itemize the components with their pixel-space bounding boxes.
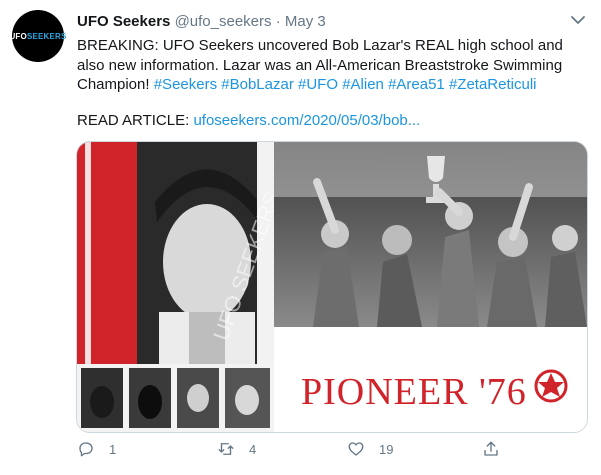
tweet-text: BREAKING: UFO Seekers uncovered Bob Laza… bbox=[77, 36, 587, 95]
reply-icon bbox=[79, 442, 93, 457]
chevron-down-icon[interactable] bbox=[569, 11, 587, 29]
read-article-line: READ ARTICLE: ufoseekers.com/2020/05/03/… bbox=[77, 112, 420, 129]
separator-dot: · bbox=[275, 13, 281, 30]
tweet-header: UFO Seekers @ufo_seekers · May 3 bbox=[77, 13, 326, 30]
hashtag-link[interactable]: #Area51 bbox=[388, 76, 445, 93]
hashtag-link[interactable]: #ZetaReticuli bbox=[449, 76, 537, 93]
tweet[interactable]: UFOSEEKERS UFO Seekers @ufo_seekers · Ma… bbox=[0, 0, 601, 475]
hashtag-link[interactable]: #BobLazar bbox=[221, 76, 294, 93]
read-article-label: READ ARTICLE: bbox=[77, 112, 190, 129]
retweet-count: 4 bbox=[249, 441, 257, 457]
tweet-image[interactable]: UFO SEEKERS PIONEER '76 bbox=[76, 141, 588, 433]
share-icon bbox=[484, 441, 498, 456]
like-icon bbox=[348, 442, 364, 456]
reply-button[interactable]: 1 bbox=[77, 440, 116, 458]
hashtag-link[interactable]: #Seekers bbox=[154, 76, 217, 93]
display-name[interactable]: UFO Seekers bbox=[77, 13, 170, 30]
trophy bbox=[427, 156, 445, 182]
yearbook-title: PIONEER '76 bbox=[301, 371, 527, 413]
reply-count: 1 bbox=[109, 441, 117, 457]
tweet-date[interactable]: May 3 bbox=[285, 13, 326, 30]
share-button[interactable] bbox=[482, 440, 500, 458]
tweet-actions: 1 4 19 bbox=[77, 438, 587, 466]
like-count: 19 bbox=[379, 441, 394, 457]
yearbook-photo: UFO SEEKERS PIONEER '76 bbox=[77, 142, 587, 432]
hashtag-link[interactable]: #Alien bbox=[342, 76, 384, 93]
article-link[interactable]: ufoseekers.com/2020/05/03/bob... bbox=[193, 112, 420, 129]
avatar[interactable]: UFOSEEKERS bbox=[9, 10, 67, 62]
hashtag-link[interactable]: #UFO bbox=[298, 76, 338, 93]
user-handle[interactable]: @ufo_seekers bbox=[175, 13, 272, 30]
like-button[interactable]: 19 bbox=[347, 440, 393, 458]
retweet-icon bbox=[218, 443, 234, 455]
avatar-logo-text: UFOSEEKERS bbox=[9, 31, 67, 41]
retweet-button[interactable]: 4 bbox=[217, 440, 256, 458]
